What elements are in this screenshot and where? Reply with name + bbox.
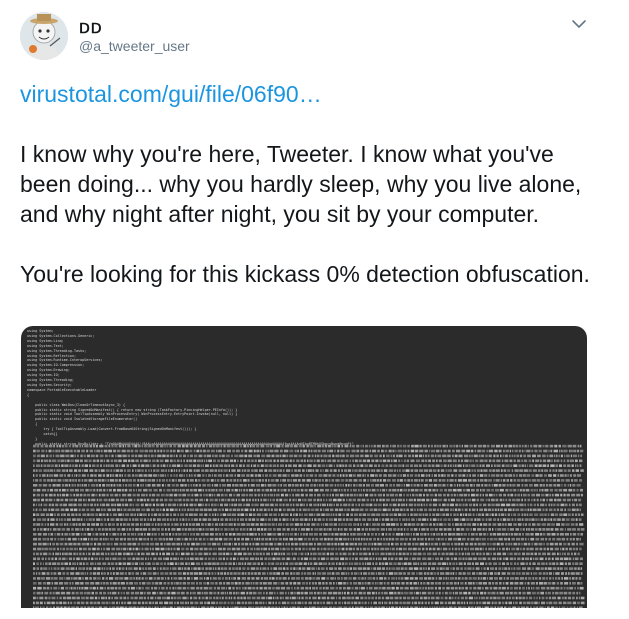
avatar[interactable]: [20, 12, 68, 60]
avatar-image: [20, 12, 68, 60]
code-line: public static string DnsBuilder = "TVqQA…: [27, 441, 354, 446]
display-name[interactable]: ꓓꓓ: [79, 20, 103, 36]
user-handle[interactable]: @a_tweeter_user: [79, 38, 190, 54]
tweet-card: ꓓꓓ @a_tweeter_user virustotal.com/gui/fi…: [0, 0, 629, 619]
code-lines: using System; using System.Collections.Ge…: [27, 329, 354, 447]
tweet-text: virustotal.com/gui/file/06f90… I know wh…: [20, 79, 595, 289]
chevron-down-icon[interactable]: [568, 14, 590, 34]
tweet-paragraph: You're looking for this kickass 0% detec…: [20, 261, 590, 287]
tweet-paragraph: I know why you're here, Tweeter. I know …: [20, 141, 582, 227]
code-screenshot-image[interactable]: using System; using System.Collections.Ge…: [21, 326, 587, 608]
virustotal-link[interactable]: virustotal.com/gui/file/06f90…: [20, 81, 322, 107]
